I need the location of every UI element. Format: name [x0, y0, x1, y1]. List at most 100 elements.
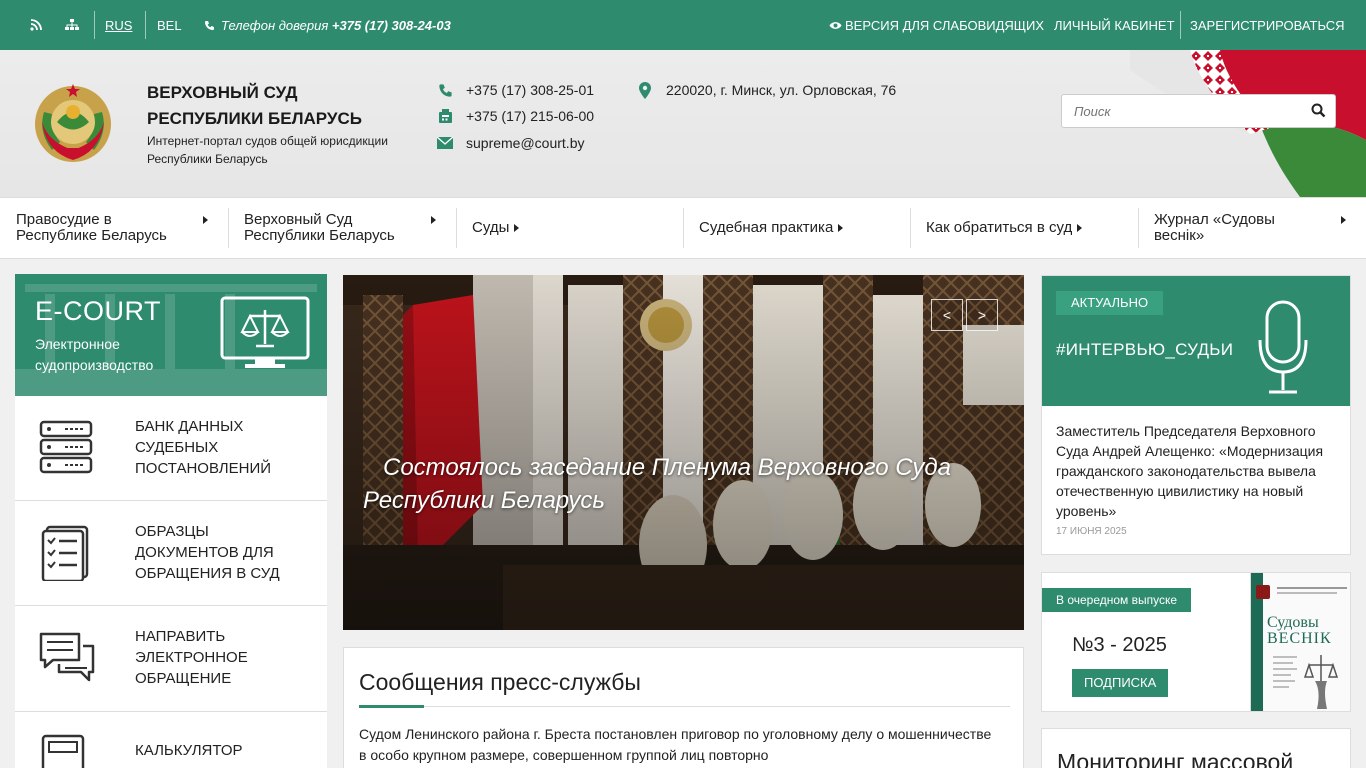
court-name-line2: РЕСПУБЛИКИ БЕЛАРУСЬ: [147, 109, 362, 128]
nav-justice[interactable]: Правосудие в Республике Беларусь: [16, 208, 212, 248]
document-templates-label: ОБРАЗЦЫ ДОКУМЕНТОВ ДЛЯ ОБРАЩЕНИЯ В СУД: [135, 521, 315, 584]
email[interactable]: supreme@court.by: [436, 134, 584, 152]
document-checklist-icon: [41, 525, 89, 581]
portal-subtitle: Интернет-портал судов общей юрисдикции Р…: [147, 132, 417, 168]
nav-judicial-practice[interactable]: Судебная практика: [699, 208, 895, 248]
ecourt-subtitle: Электронное судопроизводство: [35, 336, 154, 373]
actual-hashtag: #ИНТЕРВЬЮ_СУДЬИ: [1056, 340, 1234, 359]
hotline-label: Телефон доверия: [221, 17, 329, 33]
header: ВЕРХОВНЫЙ СУД РЕСПУБЛИКИ БЕЛАРУСЬ Интерн…: [0, 50, 1366, 197]
address-text: 220020, г. Минск, ул. Орловская, 76: [666, 82, 897, 98]
actual-badge: АКТУАЛЬНО: [1056, 291, 1164, 315]
email-text: supreme@court.by: [466, 135, 585, 151]
nav-label: Верховный Суд: [244, 211, 353, 228]
calculator-icon: [41, 734, 85, 768]
press-heading: Сообщения пресс-службы: [359, 669, 641, 695]
lang-rus-link[interactable]: RUS: [105, 18, 132, 33]
microphone-icon: [1258, 300, 1308, 394]
search-icon[interactable]: [1311, 103, 1327, 119]
search-box: [1061, 94, 1336, 128]
card-line: ПОСТАНОВЛЕНИЙ: [135, 460, 272, 477]
fee-calculator-card[interactable]: КАЛЬКУЛЯТОР: [15, 712, 327, 768]
address[interactable]: 220020, г. Минск, ул. Орловская, 76: [636, 81, 896, 99]
caret-right-icon: [514, 224, 520, 232]
caption-line: Республики Беларусь: [363, 487, 605, 514]
caret-right-icon: [1077, 224, 1083, 232]
journal-badge: В очередном выпуске: [1042, 588, 1192, 612]
caption-line: Состоялось заседание Пленума Верховного …: [383, 454, 951, 481]
actual-news-text: Заместитель Председателя Верховного Суда…: [1056, 423, 1324, 519]
register-link[interactable]: ЗАРЕГИСТРИРОВАТЬСЯ: [1190, 0, 1345, 50]
subscribe-button[interactable]: ПОДПИСКА: [1072, 669, 1169, 697]
slider-prev-button[interactable]: <: [931, 299, 963, 331]
subtitle-line2: Республики Беларусь: [147, 152, 268, 166]
themis-icon: [1273, 655, 1339, 709]
phone-2-text: +375 (17) 215-06-00: [466, 108, 595, 124]
journal-cover-image: Судовы ВЕСНІК: [1250, 573, 1350, 711]
news-slider[interactable]: < > Состоялось заседание Пленума Верховн…: [343, 275, 1024, 630]
lang-bel-link[interactable]: BEL: [157, 0, 182, 50]
nav-label: Правосудие в: [16, 211, 112, 228]
hotline[interactable]: Телефон доверия +375 (17) 308-24-03: [204, 0, 451, 50]
phone-1[interactable]: +375 (17) 308-25-01: [436, 81, 594, 99]
low-vision-link[interactable]: ВЕРСИЯ ДЛЯ СЛАБОВИДЯЩИХ: [829, 0, 1044, 50]
subtitle-line1: Интернет-портал судов общей юрисдикции: [147, 134, 388, 148]
cover-title: ВЕСНІК: [1267, 630, 1332, 647]
actual-news-date: 17 июня 2025: [1056, 526, 1127, 537]
actual-banner: АКТУАЛЬНО #ИНТЕРВЬЮ_СУДЬИ: [1042, 276, 1350, 406]
card-line: БАНК ДАННЫХ: [135, 418, 244, 435]
press-releases-section: Сообщения пресс-службы Судом Ленинского …: [343, 647, 1024, 768]
phone-icon: [204, 20, 215, 31]
caret-right-icon: [838, 224, 844, 232]
top-bar: RUS BEL Телефон доверия +375 (17) 308-24…: [0, 0, 1366, 50]
nav-supreme-court[interactable]: Верховный Суд Республики Беларусь: [244, 208, 440, 248]
heading-accent: [359, 705, 424, 708]
nav-label: веснік»: [1154, 227, 1205, 244]
nav-label: Республики Беларусь: [244, 227, 395, 244]
document-templates-card[interactable]: ОБРАЗЦЫ ДОКУМЕНТОВ ДЛЯ ОБРАЩЕНИЯ В СУД: [15, 501, 327, 606]
search-input[interactable]: [1062, 95, 1302, 127]
cabinet-link[interactable]: ЛИЧНЫЙ КАБИНЕТ: [1054, 0, 1175, 50]
court-name-line1: ВЕРХОВНЫЙ СУД: [147, 83, 298, 102]
map-pin-icon: [636, 81, 654, 99]
nav-how-to-apply[interactable]: Как обратиться в суд: [926, 208, 1122, 248]
actual-news-card[interactable]: АКТУАЛЬНО #ИНТЕРВЬЮ_СУДЬИ Заместитель Пр…: [1041, 275, 1351, 555]
card-line: ЭЛЕКТРОННОЕ: [135, 649, 248, 666]
nav-label: Судебная практика: [699, 219, 834, 236]
eye-icon: [829, 21, 842, 30]
electronic-appeal-card[interactable]: НАПРАВИТЬ ЭЛЕКТРОННОЕ ОБРАЩЕНИЕ: [15, 606, 327, 712]
caret-right-icon: [203, 216, 208, 224]
journal-issue-card[interactable]: В очередном выпуске №3 - 2025 ПОДПИСКА С…: [1041, 572, 1351, 712]
journal-issue-number: №3 - 2025: [1072, 634, 1167, 656]
nav-label: Журнал «Судовы: [1154, 211, 1275, 228]
main-nav: Правосудие в Республике Беларусь Верховны…: [0, 197, 1366, 259]
card-line: ДОКУМЕНТОВ ДЛЯ: [135, 544, 274, 561]
rss-icon[interactable]: [30, 0, 42, 50]
card-line: КАЛЬКУЛЯТОР: [135, 742, 243, 759]
nav-journal[interactable]: Журнал «Судовы веснік»: [1154, 208, 1350, 248]
state-emblem-logo[interactable]: [32, 82, 114, 164]
phone-1-text: +375 (17) 308-25-01: [466, 82, 595, 98]
media-monitoring-card[interactable]: Мониторинг массовой: [1041, 728, 1351, 768]
ecourt-title: E-COURT: [35, 296, 162, 326]
low-vision-label: ВЕРСИЯ ДЛЯ СЛАБОВИДЯЩИХ: [845, 17, 1044, 33]
monitoring-heading: Мониторинг массовой: [1057, 749, 1294, 768]
card-line: ОБРАЩЕНИЕ: [135, 670, 232, 687]
ecourt-banner[interactable]: E-COURT Электронное судопроизводство: [15, 274, 327, 396]
phone-2[interactable]: +375 (17) 215-06-00: [436, 107, 594, 125]
slider-caption[interactable]: Состоялось заседание Пленума Верховного …: [363, 451, 1023, 517]
card-line: СУДЕБНЫХ: [135, 439, 219, 456]
sitemap-icon[interactable]: [65, 0, 79, 50]
press-item-link[interactable]: Судом Ленинского района г. Бреста постан…: [359, 724, 1014, 766]
card-line: ОБРАЩЕНИЯ В СУД: [135, 565, 280, 582]
chat-bubbles-icon: [39, 632, 95, 682]
nav-courts[interactable]: Суды: [472, 208, 668, 248]
database-card-label: БАНК ДАННЫХ СУДЕБНЫХ ПОСТАНОВЛЕНИЙ: [135, 416, 315, 479]
database-card[interactable]: БАНК ДАННЫХ СУДЕБНЫХ ПОСТАНОВЛЕНИЙ: [15, 396, 327, 501]
envelope-icon: [436, 134, 454, 152]
court-name: ВЕРХОВНЫЙ СУД РЕСПУБЛИКИ БЕЛАРУСЬ: [147, 80, 407, 132]
nav-label: Республике Беларусь: [16, 227, 167, 244]
card-line: НАПРАВИТЬ: [135, 628, 226, 645]
slider-next-button[interactable]: >: [966, 299, 998, 331]
monitor-scales-icon: [220, 296, 310, 368]
